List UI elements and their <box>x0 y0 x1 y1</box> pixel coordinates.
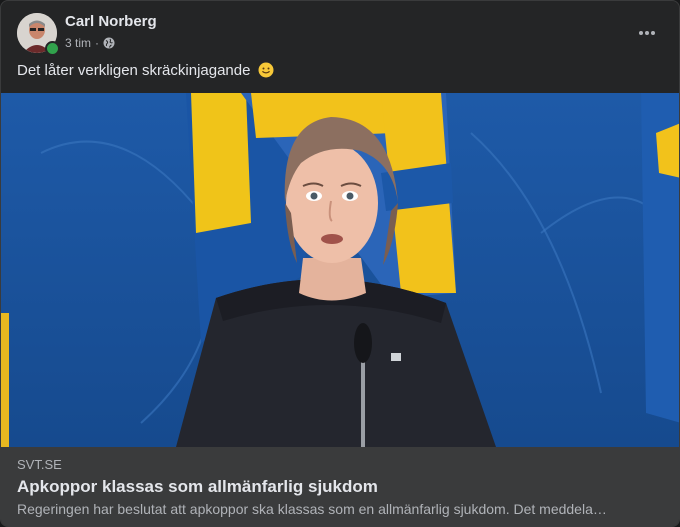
slightly-smiling-face-icon <box>258 62 274 78</box>
link-preview-image[interactable] <box>1 93 679 447</box>
author-name[interactable]: Carl Norberg <box>65 13 157 31</box>
online-status-dot <box>45 41 60 56</box>
link-preview-info[interactable]: SVT.SE Apkoppor klassas som allmänfarlig… <box>1 447 679 526</box>
post-meta: 3 tim · <box>65 35 115 51</box>
post-header: Carl Norberg 3 tim · <box>17 13 663 56</box>
post-time[interactable]: 3 tim <box>65 35 91 51</box>
post-text-container: Det låter verkligen skräckinjagande <box>17 61 274 81</box>
post-text: Det låter verkligen skräckinjagande <box>17 62 251 79</box>
news-photo <box>1 93 679 447</box>
more-options-icon[interactable] <box>631 17 663 49</box>
link-domain: SVT.SE <box>17 457 62 472</box>
post-card: Carl Norberg 3 tim · Det låter verkligen… <box>0 0 680 527</box>
link-description: Regeringen har beslutat att apkoppor ska… <box>17 501 607 517</box>
globe-icon <box>103 37 115 49</box>
link-title: Apkoppor klassas som allmänfarlig sjukdo… <box>17 477 378 496</box>
separator-dot: · <box>95 36 100 50</box>
